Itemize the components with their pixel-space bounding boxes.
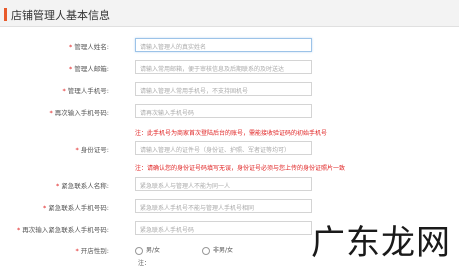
required-mark: * <box>56 182 60 190</box>
required-mark: * <box>49 109 53 117</box>
field-label: * 紧急联系人手机号码: <box>43 204 109 212</box>
field-label: * 管理人邮箱: <box>69 65 109 73</box>
id-note: 注：请确认您的身份证号码填写无误，身份证号必须与您上传的身份证照片一致 <box>135 165 346 172</box>
field-label: * 管理人姓名: <box>69 43 109 51</box>
form-row-name: * 管理人姓名: 请输入管理人的真实姓名 <box>0 38 459 56</box>
required-mark: * <box>69 43 73 51</box>
field-label: * 管理人手机号: <box>62 87 109 95</box>
form-row-id: * 身份证号: 请输入管理人的证件号（身份证、护照、军者证等均可） <box>0 141 459 159</box>
form-row-email: * 管理人邮箱: 请输入常用邮箱，便于审核信息及后期联系的及时送达 <box>0 60 459 78</box>
required-mark: * <box>43 204 47 212</box>
phone-note: 注：此手机号为商家首次登陆后台的账号，需能接收验证码的初始手机号 <box>135 130 328 137</box>
field-label: * 再次输入紧急联系人手机号码: <box>17 226 109 234</box>
manager-phone-confirm-input[interactable]: 请再次输入手机号码 <box>135 104 312 118</box>
field-label: * 开店性别: <box>75 247 109 255</box>
form-row-emergency-name: * 紧急联系人名称: 紧急联系人与管理人不能为同一人 <box>0 177 459 195</box>
field-label: * 身份证号: <box>75 146 109 154</box>
form-row-phone: * 管理人手机号: 请输入管理人常用手机号，不支持固机号 <box>0 82 459 100</box>
gender-option-2[interactable]: 非男/女 <box>201 245 233 255</box>
manager-phone-input[interactable]: 请输入管理人常用手机号，不支持固机号 <box>135 82 312 96</box>
field-label: * 再次输入手机号码: <box>49 109 109 117</box>
required-mark: * <box>75 146 79 154</box>
form-row-phone-confirm: * 再次输入手机号码: 请再次输入手机号码 <box>0 104 459 122</box>
emergency-name-input[interactable]: 紧急联系人与管理人不能为同一人 <box>135 177 312 191</box>
footer-note: 注： <box>138 260 151 267</box>
id-number-input[interactable]: 请输入管理人的证件号（身份证、护照、军者证等均可） <box>135 141 312 155</box>
required-mark: * <box>69 65 73 73</box>
section-title: 店铺管理人基本信息 <box>11 9 110 22</box>
gender-option-1[interactable]: 男/女 <box>135 245 160 255</box>
required-mark: * <box>17 226 21 234</box>
field-label: * 紧急联系人名称: <box>56 182 109 190</box>
watermark-logo: 广东龙网 <box>311 223 451 263</box>
section-accent-bar <box>4 8 7 21</box>
required-mark: * <box>62 87 66 95</box>
gender-radio-group: 男/女 非男/女 <box>135 245 273 255</box>
emergency-phone-confirm-input[interactable]: 紧急联系人手机号码 <box>135 221 312 235</box>
required-mark: * <box>75 247 79 255</box>
manager-name-input[interactable]: 请输入管理人的真实姓名 <box>135 38 312 52</box>
section-header: 店铺管理人基本信息 <box>0 0 459 27</box>
emergency-phone-input[interactable]: 紧急联系人手机号不能与管理人手机号相同 <box>135 199 312 213</box>
radio-icon[interactable] <box>135 246 143 255</box>
manager-email-input[interactable]: 请输入常用邮箱，便于审核信息及后期联系的及时送达 <box>135 60 312 74</box>
radio-icon[interactable] <box>201 246 210 255</box>
